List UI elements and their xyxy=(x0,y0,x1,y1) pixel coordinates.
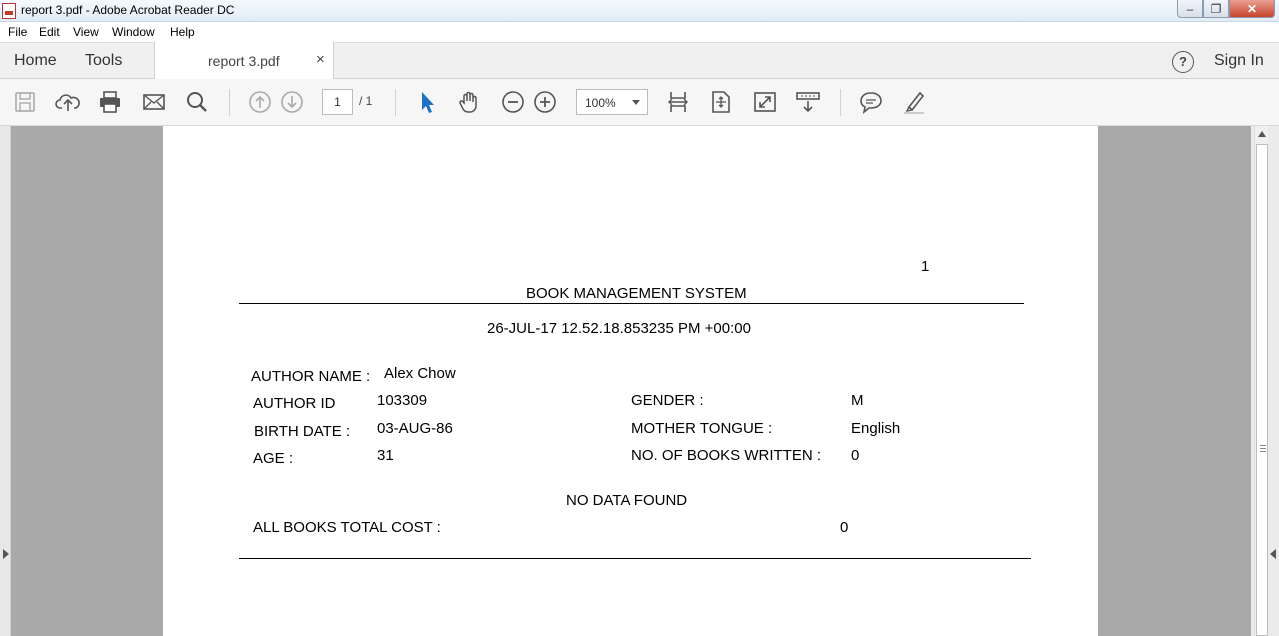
author-name-value: Alex Chow xyxy=(384,365,456,382)
books-written-value: 0 xyxy=(851,447,860,464)
select-pointer-icon[interactable] xyxy=(414,89,440,115)
report-title: BOOK MANAGEMENT SYSTEM xyxy=(526,285,747,302)
next-page-icon[interactable] xyxy=(279,89,305,115)
upload-cloud-icon[interactable] xyxy=(55,89,81,115)
total-cost-value: 0 xyxy=(840,519,849,536)
close-tab-icon[interactable]: × xyxy=(316,51,325,68)
full-screen-icon[interactable] xyxy=(752,89,778,115)
age-value: 31 xyxy=(377,447,394,464)
title-divider xyxy=(239,303,1024,304)
menu-edit[interactable]: Edit xyxy=(39,25,60,39)
window-title-bar: report 3.pdf - Adobe Acrobat Reader DC –… xyxy=(0,0,1279,22)
gender-value: M xyxy=(851,392,864,409)
canvas-background xyxy=(1098,126,1251,636)
chevron-down-icon xyxy=(632,100,640,105)
toolbar: 1 / 1 100% xyxy=(0,79,1279,126)
search-icon[interactable] xyxy=(184,89,210,115)
books-written-label: NO. OF BOOKS WRITTEN : xyxy=(631,447,822,464)
birth-date-value: 03-AUG-86 xyxy=(377,420,453,437)
sign-in-link[interactable]: Sign In xyxy=(1214,52,1264,70)
grip-icon xyxy=(1260,445,1266,452)
zoom-level-value: 100% xyxy=(585,96,616,110)
no-data-message: NO DATA FOUND xyxy=(566,492,688,509)
page-number-input[interactable]: 1 xyxy=(322,89,353,115)
left-panel-gutter[interactable] xyxy=(0,126,11,636)
menu-view[interactable]: View xyxy=(73,25,99,39)
toolbar-separator xyxy=(840,89,841,116)
tab-home[interactable]: Home xyxy=(14,52,57,70)
document-viewport: 1 BOOK MANAGEMENT SYSTEM 26-JUL-17 12.52… xyxy=(0,126,1279,636)
page-number: 1 xyxy=(921,258,930,275)
mother-tongue-label: MOTHER TONGUE : xyxy=(631,420,773,437)
minimize-button[interactable]: – xyxy=(1177,0,1203,18)
comment-icon[interactable] xyxy=(858,89,884,115)
fit-page-icon[interactable] xyxy=(708,89,734,115)
scroll-up-icon[interactable] xyxy=(1258,131,1266,137)
birth-date-label: BIRTH DATE : xyxy=(254,423,351,440)
previous-page-icon[interactable] xyxy=(247,89,273,115)
window-title: report 3.pdf - Adobe Acrobat Reader DC xyxy=(21,3,235,17)
menu-help[interactable]: Help xyxy=(170,25,195,39)
minimize-icon: – xyxy=(1186,2,1194,16)
expand-left-panel-icon[interactable] xyxy=(3,549,9,559)
author-id-value: 103309 xyxy=(377,392,428,409)
help-icon[interactable]: ? xyxy=(1172,51,1194,73)
gender-label: GENDER : xyxy=(631,392,704,409)
close-window-button[interactable]: ✕ xyxy=(1229,0,1275,18)
read-mode-icon[interactable] xyxy=(795,89,821,115)
menu-file[interactable]: File xyxy=(8,25,27,39)
zoom-level-select[interactable]: 100% xyxy=(576,89,648,115)
close-icon: ✕ xyxy=(1246,2,1258,16)
toolbar-separator xyxy=(395,89,396,116)
age-label: AGE : xyxy=(253,450,294,467)
expand-right-panel-icon[interactable] xyxy=(1270,549,1276,559)
save-icon[interactable] xyxy=(12,89,38,115)
zoom-out-icon[interactable] xyxy=(500,89,526,115)
mother-tongue-value: English xyxy=(851,420,901,437)
tab-bar: Home Tools report 3.pdf × ? Sign In xyxy=(0,42,1279,80)
tab-tools[interactable]: Tools xyxy=(85,52,122,70)
fit-width-icon[interactable] xyxy=(665,89,691,115)
email-icon[interactable] xyxy=(141,89,167,115)
author-name-label: AUTHOR NAME : xyxy=(251,368,371,385)
document-tab-label: report 3.pdf xyxy=(208,53,280,69)
print-icon[interactable] xyxy=(97,89,123,115)
total-cost-label: ALL BOOKS TOTAL COST : xyxy=(253,519,441,536)
maximize-icon: ❐ xyxy=(1210,2,1222,16)
toolbar-separator xyxy=(229,89,230,116)
acrobat-app-icon xyxy=(2,3,16,19)
footer-divider xyxy=(239,558,1031,559)
menu-bar: File Edit View Window Help xyxy=(0,22,1279,42)
author-id-label: AUTHOR ID xyxy=(253,395,336,412)
pdf-page: 1 BOOK MANAGEMENT SYSTEM 26-JUL-17 12.52… xyxy=(163,126,1098,636)
tab-document[interactable]: report 3.pdf × xyxy=(154,42,334,80)
canvas-background xyxy=(11,126,163,636)
page-total: / 1 xyxy=(359,94,373,108)
highlight-pen-icon[interactable] xyxy=(901,89,927,115)
menu-window[interactable]: Window xyxy=(112,25,155,39)
scrollbar-thumb[interactable] xyxy=(1256,144,1268,636)
hand-tool-icon[interactable] xyxy=(457,89,483,115)
zoom-in-icon[interactable] xyxy=(532,89,558,115)
maximize-button[interactable]: ❐ xyxy=(1203,0,1229,18)
vertical-scrollbar[interactable] xyxy=(1254,126,1268,636)
report-timestamp: 26-JUL-17 12.52.18.853235 PM +00:00 xyxy=(487,320,751,337)
